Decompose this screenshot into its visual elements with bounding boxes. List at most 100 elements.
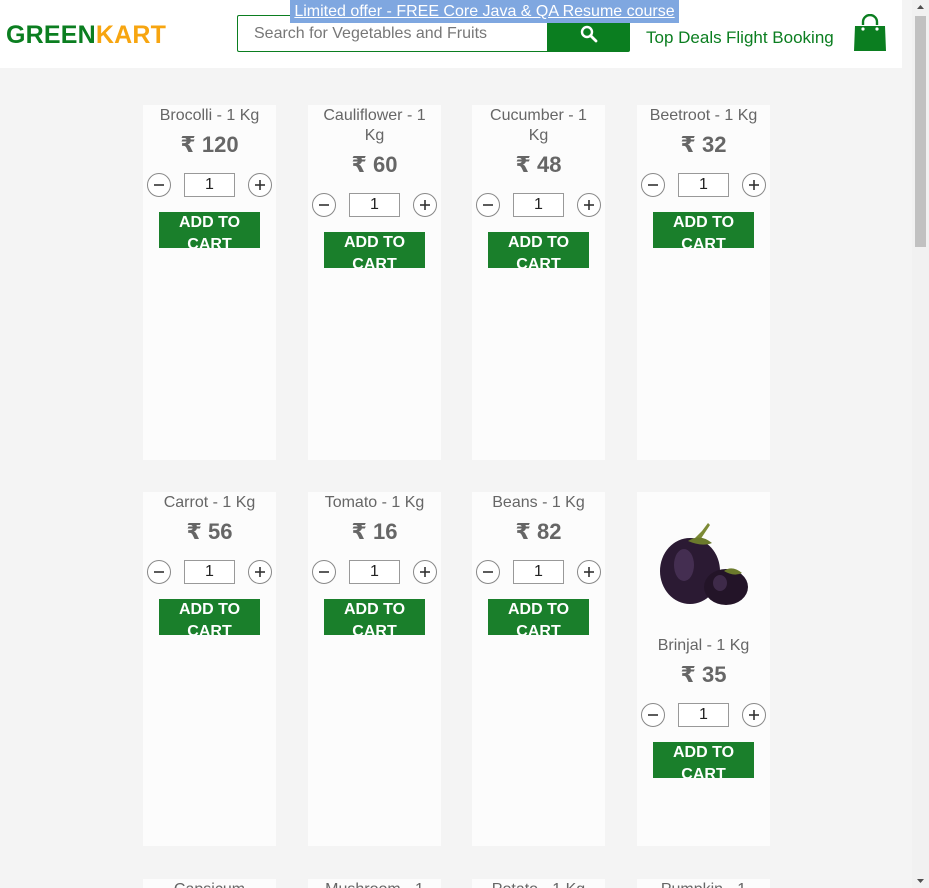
brand-logo-green: GREEN <box>6 21 96 49</box>
increment-button[interactable] <box>248 560 272 584</box>
product-card: Potato - 1 Kg <box>472 879 605 888</box>
plus-icon <box>255 180 265 190</box>
add-to-cart-button[interactable]: ADD TO CART <box>653 212 754 248</box>
add-to-cart-button[interactable]: ADD TO CART <box>653 742 754 778</box>
increment-button[interactable] <box>248 173 272 197</box>
quantity-input[interactable] <box>184 173 235 197</box>
increment-button[interactable] <box>742 703 766 727</box>
plus-icon <box>255 567 265 577</box>
quantity-input[interactable] <box>349 560 400 584</box>
product-price: ₹ 56 <box>186 519 233 544</box>
quantity-stepper <box>637 172 770 198</box>
product-card: Brinjal - 1 Kg ₹ 35 ADD TO CART <box>637 492 770 846</box>
increment-button[interactable] <box>413 193 437 217</box>
decrement-button[interactable] <box>312 560 336 584</box>
top-deals-link[interactable]: Top Deals <box>646 28 722 48</box>
minus-icon <box>483 204 493 206</box>
product-price: ₹ 35 <box>680 662 727 687</box>
decrement-button[interactable] <box>476 560 500 584</box>
plus-icon <box>749 710 759 720</box>
plus-icon <box>584 200 594 210</box>
add-to-cart-button[interactable]: ADD TO CART <box>488 599 589 635</box>
product-name: Cauliflower - 1 Kg <box>323 107 426 144</box>
minus-icon <box>154 571 164 573</box>
product-price: ₹ 82 <box>515 519 562 544</box>
decrement-button[interactable] <box>147 560 171 584</box>
product-name: Cucumber - 1 Kg <box>490 107 587 144</box>
quantity-stepper <box>637 702 770 728</box>
scroll-down-arrow-icon[interactable] <box>912 874 929 888</box>
search-icon <box>580 25 597 42</box>
plus-icon <box>749 180 759 190</box>
minus-icon <box>319 571 329 573</box>
quantity-input[interactable] <box>513 193 564 217</box>
decrement-button[interactable] <box>641 173 665 197</box>
product-name: Pumpkin - 1 <box>637 880 770 888</box>
brand-logo[interactable]: GREENKART <box>6 21 166 50</box>
product-card: Carrot - 1 Kg ₹ 56 ADD TO CART <box>143 492 276 846</box>
product-price: ₹ 32 <box>680 132 727 157</box>
add-to-cart-button[interactable]: ADD TO CART <box>159 212 260 248</box>
limited-offer-banner[interactable]: Limited offer - FREE Core Java & QA Resu… <box>290 0 679 23</box>
scroll-up-arrow-icon[interactable] <box>912 0 929 14</box>
plus-icon <box>584 567 594 577</box>
quantity-stepper <box>472 192 605 218</box>
increment-button[interactable] <box>413 560 437 584</box>
product-price: ₹ 120 <box>180 132 239 157</box>
product-name: Tomato - 1 Kg <box>324 494 425 511</box>
minus-icon <box>648 184 658 186</box>
decrement-button[interactable] <box>312 193 336 217</box>
quantity-stepper <box>472 559 605 585</box>
plus-icon <box>420 567 430 577</box>
product-name: Capsicum <box>143 880 276 888</box>
shopping-bag-icon[interactable] <box>853 14 887 52</box>
quantity-stepper <box>308 559 441 585</box>
minus-icon <box>483 571 493 573</box>
decrement-button[interactable] <box>147 173 171 197</box>
add-to-cart-button[interactable]: ADD TO CART <box>488 232 589 268</box>
product-name: Beetroot - 1 Kg <box>649 107 758 124</box>
product-card: Tomato - 1 Kg ₹ 16 ADD TO CART <box>308 492 441 846</box>
product-card: Cucumber - 1 Kg ₹ 48 ADD TO CART <box>472 105 605 460</box>
minus-icon <box>154 184 164 186</box>
quantity-stepper <box>143 172 276 198</box>
plus-icon <box>420 200 430 210</box>
product-price: ₹ 48 <box>515 152 562 177</box>
product-price: ₹ 16 <box>351 519 398 544</box>
product-card: Brocolli - 1 Kg ₹ 120 ADD TO CART <box>143 105 276 460</box>
minus-icon <box>648 714 658 716</box>
product-card: Beans - 1 Kg ₹ 82 ADD TO CART <box>472 492 605 846</box>
brinjal-image <box>659 523 748 605</box>
product-name: Carrot - 1 Kg <box>163 494 256 511</box>
increment-button[interactable] <box>742 173 766 197</box>
quantity-input[interactable] <box>678 173 729 197</box>
brand-logo-kart: KART <box>95 21 167 49</box>
scrollbar-thumb[interactable] <box>915 16 926 247</box>
product-price: ₹ 60 <box>351 152 398 177</box>
quantity-input[interactable] <box>184 560 235 584</box>
quantity-input[interactable] <box>349 193 400 217</box>
product-card: Capsicum <box>143 879 276 888</box>
add-to-cart-button[interactable]: ADD TO CART <box>159 599 260 635</box>
product-name: Beans - 1 Kg <box>492 494 585 511</box>
add-to-cart-button[interactable]: ADD TO CART <box>324 599 425 635</box>
increment-button[interactable] <box>577 193 601 217</box>
product-card: Mushroom - 1 <box>308 879 441 888</box>
minus-icon <box>319 204 329 206</box>
quantity-stepper <box>143 559 276 585</box>
quantity-input[interactable] <box>513 560 564 584</box>
product-name: Potato - 1 Kg <box>472 880 605 888</box>
quantity-input[interactable] <box>678 703 729 727</box>
product-card: Cauliflower - 1 Kg ₹ 60 ADD TO CART <box>308 105 441 460</box>
add-to-cart-button[interactable]: ADD TO CART <box>324 232 425 268</box>
vertical-scrollbar[interactable] <box>912 0 929 888</box>
decrement-button[interactable] <box>641 703 665 727</box>
increment-button[interactable] <box>577 560 601 584</box>
product-card: Pumpkin - 1 <box>637 879 770 888</box>
product-name: Brocolli - 1 Kg <box>159 107 260 124</box>
product-name: Mushroom - 1 <box>308 880 441 888</box>
flight-booking-link[interactable]: Flight Booking <box>726 28 834 48</box>
product-card: Beetroot - 1 Kg ₹ 32 ADD TO CART <box>637 105 770 460</box>
quantity-stepper <box>308 192 441 218</box>
decrement-button[interactable] <box>476 193 500 217</box>
